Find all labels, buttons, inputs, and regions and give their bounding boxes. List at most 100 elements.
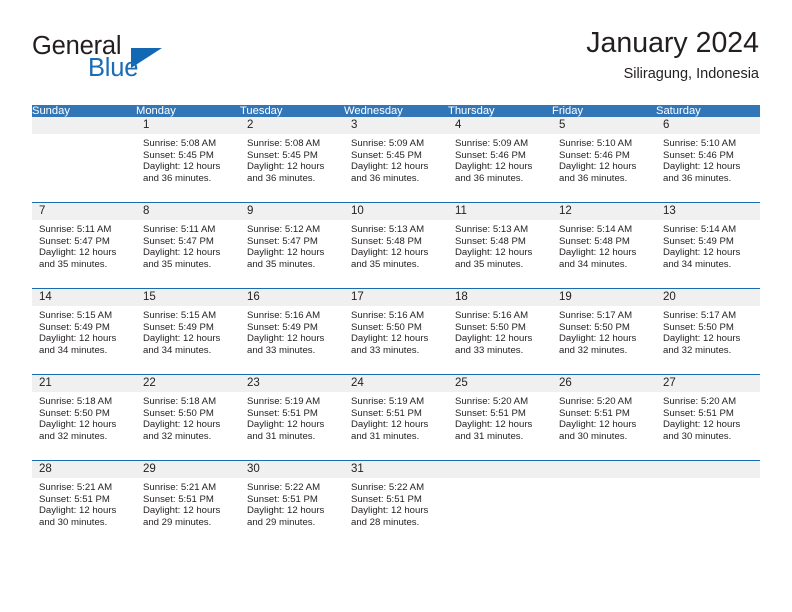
calendar-day-cell[interactable]: 29 Sunrise: 5:21 AM Sunset: 5:51 PM Dayligh… — [136, 460, 240, 546]
sunset-time: Sunset: 5:46 PM — [559, 149, 630, 161]
calendar-day-cell[interactable]: 19 Sunrise: 5:17 AM Sunset: 5:50 PM Dayligh… — [552, 288, 656, 375]
daylight-duration-line1: Daylight: 12 hours — [663, 419, 741, 430]
day-number: 4 — [448, 117, 552, 134]
daylight-duration-line2: and 36 minutes. — [663, 172, 732, 184]
sunrise-time: Sunrise: 5:13 AM — [455, 224, 529, 235]
calendar-day-cell[interactable]: 26 Sunrise: 5:20 AM Sunset: 5:51 PM Dayligh… — [552, 374, 656, 461]
sunrise-time: Sunrise: 5:09 AM — [351, 138, 425, 149]
day-number: 27 — [656, 375, 760, 392]
day-number: 21 — [32, 375, 136, 392]
sunrise-time: Sunrise: 5:11 AM — [143, 224, 216, 235]
daylight-duration-line2: and 30 minutes. — [559, 430, 628, 442]
day-number: 10 — [344, 203, 448, 220]
calendar-day-cell[interactable]: 2 Sunrise: 5:08 AM Sunset: 5:45 PM Daylight… — [240, 117, 344, 203]
daylight-duration-line2: and 33 minutes. — [455, 344, 524, 356]
calendar-day-cell[interactable]: 22 Sunrise: 5:18 AM Sunset: 5:50 PM Dayligh… — [136, 374, 240, 461]
day-number: 18 — [448, 289, 552, 306]
calendar-day-cell[interactable]: 13 Sunrise: 5:14 AM Sunset: 5:49 PM Dayligh… — [656, 202, 760, 289]
sunrise-time: Sunrise: 5:14 AM — [663, 224, 737, 235]
calendar-day-cell[interactable]: 10 Sunrise: 5:13 AM Sunset: 5:48 PM Dayligh… — [344, 202, 448, 289]
sunset-time: Sunset: 5:50 PM — [455, 321, 526, 333]
sunrise-time: Sunrise: 5:20 AM — [559, 396, 633, 407]
calendar-day-cell[interactable]: 3 Sunrise: 5:09 AM Sunset: 5:45 PM Daylight… — [344, 117, 448, 203]
daylight-duration-line1: Daylight: 12 hours — [663, 247, 741, 258]
sunrise-time: Sunrise: 5:22 AM — [351, 482, 425, 493]
sunrise-time: Sunrise: 5:18 AM — [143, 396, 217, 407]
daylight-duration-line1: Daylight: 12 hours — [663, 333, 741, 344]
sunrise-time: Sunrise: 5:11 AM — [39, 224, 112, 235]
calendar-week-row: 21 Sunrise: 5:18 AM Sunset: 5:50 PM Dayligh… — [32, 374, 760, 461]
day-details: Sunrise: 5:21 AM Sunset: 5:51 PM Daylight:… — [32, 478, 136, 528]
day-number: 29 — [136, 461, 240, 478]
day-details: Sunrise: 5:08 AM Sunset: 5:45 PM Daylight:… — [136, 134, 240, 184]
daylight-duration-line2: and 35 minutes. — [351, 258, 420, 270]
sunset-time: Sunset: 5:46 PM — [663, 149, 734, 161]
calendar-day-cell[interactable]: 27 Sunrise: 5:20 AM Sunset: 5:51 PM Dayligh… — [656, 374, 760, 461]
daylight-duration-line1: Daylight: 12 hours — [39, 247, 117, 258]
calendar-day-cell[interactable]: 30 Sunrise: 5:22 AM Sunset: 5:51 PM Dayligh… — [240, 460, 344, 546]
sunrise-time: Sunrise: 5:12 AM — [247, 224, 321, 235]
daylight-duration-line2: and 35 minutes. — [39, 258, 108, 270]
sunrise-time: Sunrise: 5:16 AM — [247, 310, 321, 321]
calendar-day-cell[interactable]: 20 Sunrise: 5:17 AM Sunset: 5:50 PM Dayligh… — [656, 288, 760, 375]
day-number: 24 — [344, 375, 448, 392]
day-number: 19 — [552, 289, 656, 306]
calendar-day-cell[interactable]: 12 Sunrise: 5:14 AM Sunset: 5:48 PM Dayligh… — [552, 202, 656, 289]
calendar-day-cell[interactable]: 7 Sunrise: 5:11 AM Sunset: 5:47 PM Daylight… — [32, 202, 136, 289]
daylight-duration-line1: Daylight: 12 hours — [247, 247, 325, 258]
calendar-day-cell[interactable]: 1 Sunrise: 5:08 AM Sunset: 5:45 PM Daylight… — [136, 117, 240, 203]
day-details: Sunrise: 5:14 AM Sunset: 5:49 PM Daylight:… — [656, 220, 760, 270]
sunset-time: Sunset: 5:45 PM — [247, 149, 318, 161]
calendar-day-cell[interactable]: 16 Sunrise: 5:16 AM Sunset: 5:49 PM Dayligh… — [240, 288, 344, 375]
calendar-day-cell[interactable]: 5 Sunrise: 5:10 AM Sunset: 5:46 PM Daylight… — [552, 117, 656, 203]
calendar-day-cell[interactable]: 31 Sunrise: 5:22 AM Sunset: 5:51 PM Dayligh… — [344, 460, 448, 546]
weekday-header-wednesday: Wednesday — [344, 105, 448, 117]
calendar-day-cell[interactable]: 21 Sunrise: 5:18 AM Sunset: 5:50 PM Dayligh… — [32, 374, 136, 461]
calendar-day-cell[interactable]: 4 Sunrise: 5:09 AM Sunset: 5:46 PM Daylight… — [448, 117, 552, 203]
daylight-duration-line1: Daylight: 12 hours — [455, 333, 533, 344]
calendar-day-cell[interactable]: 24 Sunrise: 5:19 AM Sunset: 5:51 PM Dayligh… — [344, 374, 448, 461]
day-details: Sunrise: 5:14 AM Sunset: 5:48 PM Daylight:… — [552, 220, 656, 270]
sunrise-time: Sunrise: 5:21 AM — [143, 482, 217, 493]
daylight-duration-line2: and 35 minutes. — [247, 258, 316, 270]
sunrise-time: Sunrise: 5:08 AM — [143, 138, 217, 149]
day-number: 12 — [552, 203, 656, 220]
calendar-day-cell[interactable]: 25 Sunrise: 5:20 AM Sunset: 5:51 PM Dayligh… — [448, 374, 552, 461]
daylight-duration-line1: Daylight: 12 hours — [247, 161, 325, 172]
sunset-time: Sunset: 5:51 PM — [663, 407, 734, 419]
calendar-day-cell[interactable]: 15 Sunrise: 5:15 AM Sunset: 5:49 PM Dayligh… — [136, 288, 240, 375]
calendar-day-cell[interactable]: 6 Sunrise: 5:10 AM Sunset: 5:46 PM Daylight… — [656, 117, 760, 203]
calendar-day-cell[interactable]: 14 Sunrise: 5:15 AM Sunset: 5:49 PM Dayligh… — [32, 288, 136, 375]
day-number: 28 — [32, 461, 136, 478]
sunrise-time: Sunrise: 5:09 AM — [455, 138, 529, 149]
title-block: January 2024 Siliragung, Indonesia — [586, 27, 759, 83]
daylight-duration-line2: and 33 minutes. — [351, 344, 420, 356]
day-details: Sunrise: 5:15 AM Sunset: 5:49 PM Daylight:… — [32, 306, 136, 356]
day-details: Sunrise: 5:16 AM Sunset: 5:50 PM Daylight:… — [448, 306, 552, 356]
daylight-duration-line1: Daylight: 12 hours — [247, 419, 325, 430]
sunrise-time: Sunrise: 5:18 AM — [39, 396, 113, 407]
general-blue-logo[interactable]: General Blue — [32, 33, 262, 92]
day-number: 31 — [344, 461, 448, 478]
sunrise-time: Sunrise: 5:13 AM — [351, 224, 425, 235]
calendar-day-cell[interactable]: 8 Sunrise: 5:11 AM Sunset: 5:47 PM Daylight… — [136, 202, 240, 289]
sunset-time: Sunset: 5:48 PM — [559, 235, 630, 247]
calendar-day-cell[interactable]: 9 Sunrise: 5:12 AM Sunset: 5:47 PM Daylight… — [240, 202, 344, 289]
day-number: 15 — [136, 289, 240, 306]
day-number — [448, 461, 552, 478]
calendar-day-cell[interactable]: 11 Sunrise: 5:13 AM Sunset: 5:48 PM Dayligh… — [448, 202, 552, 289]
calendar-day-cell[interactable]: 18 Sunrise: 5:16 AM Sunset: 5:50 PM Dayligh… — [448, 288, 552, 375]
sunrise-time: Sunrise: 5:19 AM — [351, 396, 425, 407]
calendar-day-cell[interactable]: 28 Sunrise: 5:21 AM Sunset: 5:51 PM Dayligh… — [32, 460, 136, 546]
day-number: 17 — [344, 289, 448, 306]
daylight-duration-line1: Daylight: 12 hours — [663, 161, 741, 172]
sunset-time: Sunset: 5:47 PM — [143, 235, 214, 247]
day-details: Sunrise: 5:15 AM Sunset: 5:49 PM Daylight:… — [136, 306, 240, 356]
calendar-week-row: 7 Sunrise: 5:11 AM Sunset: 5:47 PM Daylight… — [32, 202, 760, 289]
daylight-duration-line2: and 32 minutes. — [559, 344, 628, 356]
calendar-day-cell[interactable]: 23 Sunrise: 5:19 AM Sunset: 5:51 PM Dayligh… — [240, 374, 344, 461]
day-number: 8 — [136, 203, 240, 220]
sunset-time: Sunset: 5:47 PM — [39, 235, 110, 247]
calendar-day-cell[interactable]: 17 Sunrise: 5:16 AM Sunset: 5:50 PM Dayligh… — [344, 288, 448, 375]
daylight-duration-line2: and 34 minutes. — [143, 344, 212, 356]
